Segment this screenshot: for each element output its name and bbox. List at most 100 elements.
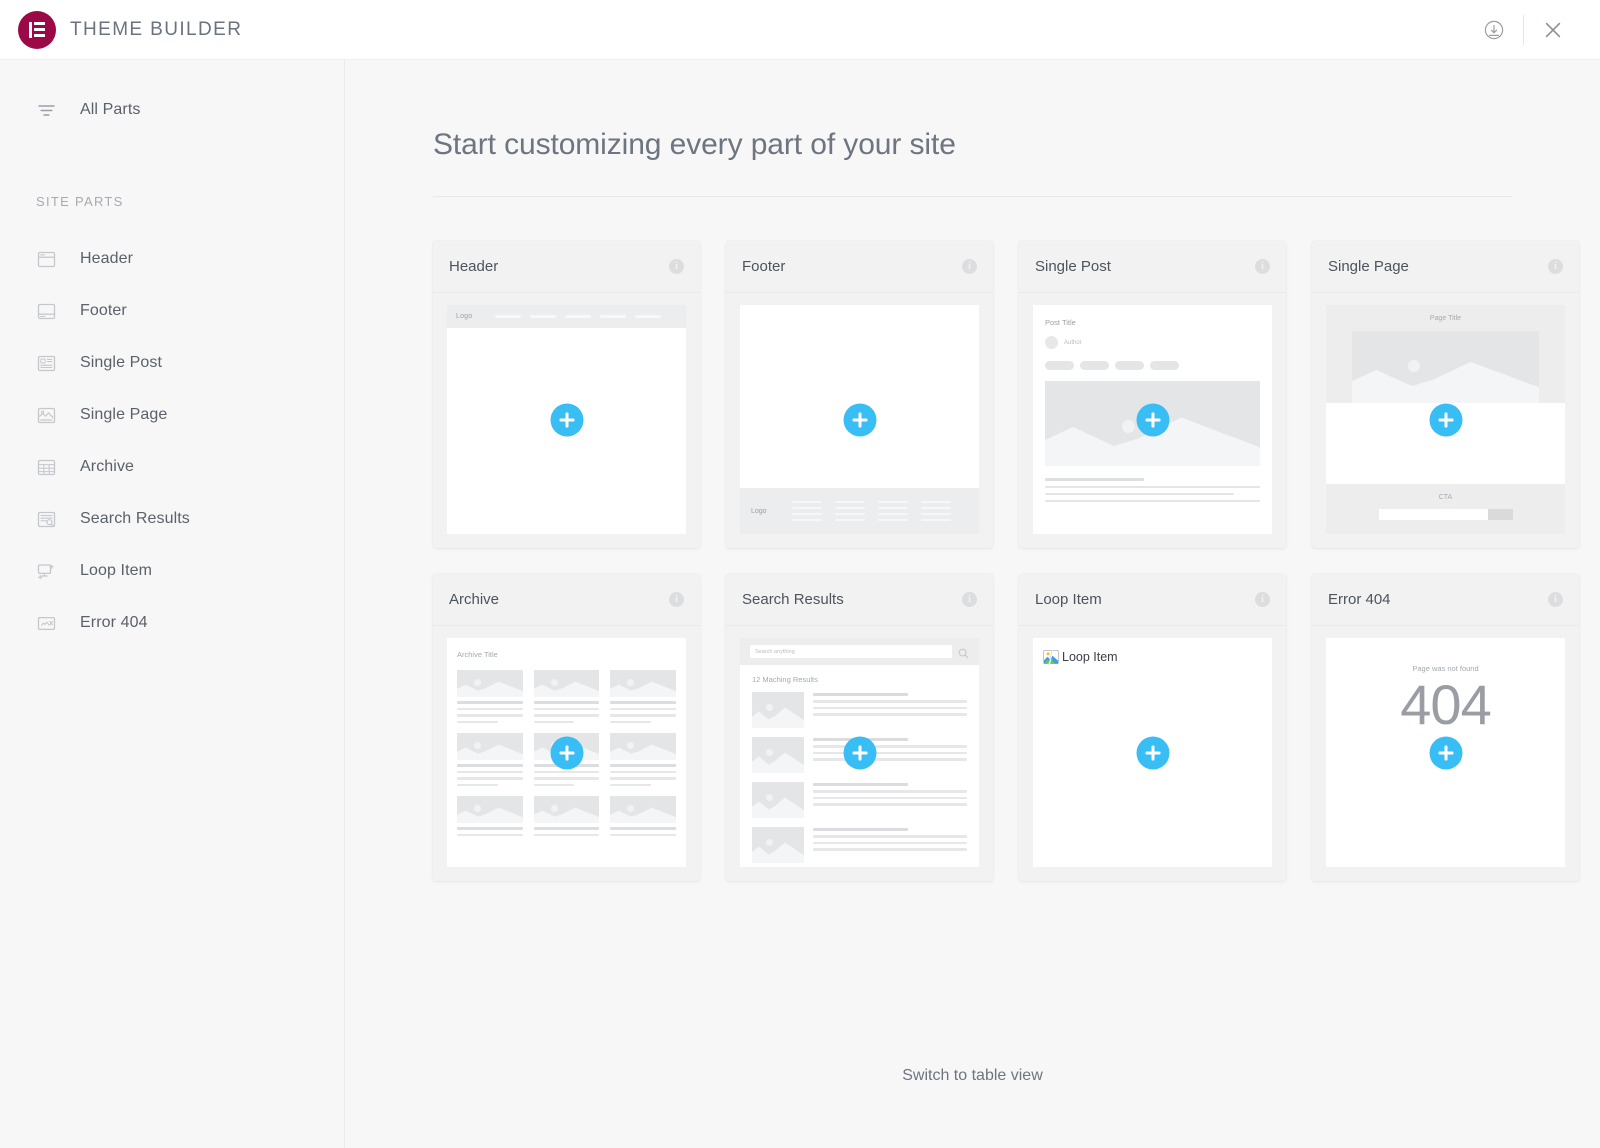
preview-footer-bar: Logo — [740, 488, 979, 534]
sidebar-section-label: SITE PARTS — [36, 194, 124, 209]
info-icon[interactable]: i — [962, 592, 977, 607]
body: All Parts SITE PARTS Header Footer Singl… — [0, 60, 1600, 1148]
card-header[interactable]: Header i Logo — [433, 241, 700, 548]
card-single-post[interactable]: Single Post i Post Title Author — [1019, 241, 1286, 548]
preview-archive-cell — [533, 670, 600, 723]
card-loop-item[interactable]: Loop Item i Loop Item — [1019, 574, 1286, 881]
single-post-icon — [34, 351, 58, 375]
preview-archive-cell — [610, 670, 676, 723]
info-icon[interactable]: i — [1255, 259, 1270, 274]
add-part-button[interactable] — [550, 403, 583, 436]
sidebar-item-single-page[interactable]: Single Page — [0, 389, 344, 441]
avatar — [1045, 336, 1058, 349]
sidebar-item-label: Search Results — [80, 510, 190, 527]
preview-archive-cell — [610, 733, 676, 786]
add-part-button[interactable] — [550, 736, 583, 769]
sidebar-item-single-post[interactable]: Single Post — [0, 337, 344, 389]
card-header-bar: Header i — [433, 241, 700, 293]
card-header-bar: Loop Item i — [1019, 574, 1286, 626]
card-title: Archive — [449, 591, 500, 608]
theme-builder-window: THEME BUILDER All Parts SITE PARTS Heade… — [0, 0, 1600, 1148]
preview-header-nav: Logo — [447, 305, 686, 328]
sidebar-item-label: Single Page — [80, 406, 168, 423]
switch-to-table-view-link[interactable]: Switch to table view — [902, 1067, 1043, 1085]
preview-cta-field — [1378, 509, 1513, 520]
preview-archive-cell — [457, 670, 523, 723]
sidebar-item-error-404[interactable]: Error 404 — [0, 597, 344, 649]
preview-archive-cell — [457, 733, 523, 786]
preview-footer-column — [834, 500, 865, 522]
search-icon — [958, 646, 969, 659]
card-title: Single Page — [1328, 258, 1409, 275]
preview-archive-cell — [457, 796, 523, 836]
close-icon — [1542, 19, 1564, 41]
info-icon[interactable]: i — [669, 592, 684, 607]
add-part-button[interactable] — [1136, 403, 1169, 436]
card-title: Header — [449, 258, 499, 275]
info-icon[interactable]: i — [1548, 592, 1563, 607]
add-part-button[interactable] — [843, 403, 876, 436]
switch-view-wrap: Switch to table view — [417, 1067, 1528, 1085]
sidebar-item-label: Single Post — [80, 354, 163, 371]
preview-archive-title: Archive Title — [457, 650, 498, 659]
preview-result-row — [752, 827, 967, 863]
info-icon[interactable]: i — [962, 259, 977, 274]
sidebar-item-label: Footer — [80, 302, 127, 319]
preview-image-placeholder — [1352, 331, 1539, 403]
error-404-icon — [34, 611, 58, 635]
sidebar-item-header[interactable]: Header — [0, 233, 344, 285]
card-search-results[interactable]: Search Results i Search anything 12 Mach… — [726, 574, 993, 881]
card-title: Search Results — [742, 591, 844, 608]
filter-icon — [34, 98, 58, 122]
info-icon[interactable]: i — [1255, 592, 1270, 607]
add-part-button[interactable] — [1429, 403, 1462, 436]
add-part-button[interactable] — [843, 736, 876, 769]
footer-layout-icon — [34, 299, 58, 323]
top-bar: THEME BUILDER — [0, 0, 1600, 60]
elementor-logo-icon — [18, 10, 56, 49]
card-title: Footer — [742, 258, 786, 275]
preview-archive-cell — [610, 796, 676, 836]
preview-404-message: Page was not found — [1412, 664, 1479, 673]
close-button[interactable] — [1524, 0, 1582, 60]
card-header-bar: Single Post i — [1019, 241, 1286, 293]
sidebar-item-archive[interactable]: Archive — [0, 441, 344, 493]
sidebar-item-label: Loop Item — [80, 562, 153, 579]
sidebar-item-footer[interactable]: Footer — [0, 285, 344, 337]
sidebar: All Parts SITE PARTS Header Footer Singl… — [0, 60, 345, 1148]
card-preview: Logo — [740, 305, 979, 534]
card-archive[interactable]: Archive i Archive Title — [433, 574, 700, 881]
card-single-page[interactable]: Single Page i Page Title CTA — [1312, 241, 1579, 548]
card-preview: Loop Item — [1033, 638, 1272, 867]
preview-post-title: Post Title — [1045, 318, 1076, 327]
card-preview: Post Title Author — [1033, 305, 1272, 534]
sidebar-parts-list: Header Footer Single Post Single Page Ar… — [0, 233, 344, 649]
single-page-icon — [34, 403, 58, 427]
preview-footer-column — [877, 500, 908, 522]
preview-result-row — [752, 782, 967, 818]
preview-search-bar: Search anything — [740, 638, 979, 665]
preview-logo-label: Logo — [751, 507, 767, 515]
info-icon[interactable]: i — [669, 259, 684, 274]
download-button[interactable] — [1465, 0, 1523, 60]
preview-logo-label: Logo — [456, 313, 473, 320]
info-icon[interactable]: i — [1548, 259, 1563, 274]
sidebar-item-search-results[interactable]: Search Results — [0, 493, 344, 545]
card-footer[interactable]: Footer i Logo — [726, 241, 993, 548]
sidebar-item-label: Error 404 — [80, 614, 148, 631]
search-results-icon — [34, 507, 58, 531]
add-part-button[interactable] — [1136, 736, 1169, 769]
preview-nav-items — [495, 315, 662, 318]
title-divider — [433, 196, 1512, 197]
card-title: Single Post — [1035, 258, 1111, 275]
sidebar-item-loop-item[interactable]: Loop Item — [0, 545, 344, 597]
card-error-404[interactable]: Error 404 i Page was not found 404 — [1312, 574, 1579, 881]
preview-page-head: Page Title — [1326, 305, 1565, 403]
card-header-bar: Footer i — [726, 241, 993, 293]
card-title: Error 404 — [1328, 591, 1391, 608]
add-part-button[interactable] — [1429, 736, 1462, 769]
card-title: Loop Item — [1035, 591, 1102, 608]
brand: THEME BUILDER — [18, 10, 242, 49]
card-preview: Logo — [447, 305, 686, 534]
sidebar-item-all-parts[interactable]: All Parts — [0, 88, 344, 132]
